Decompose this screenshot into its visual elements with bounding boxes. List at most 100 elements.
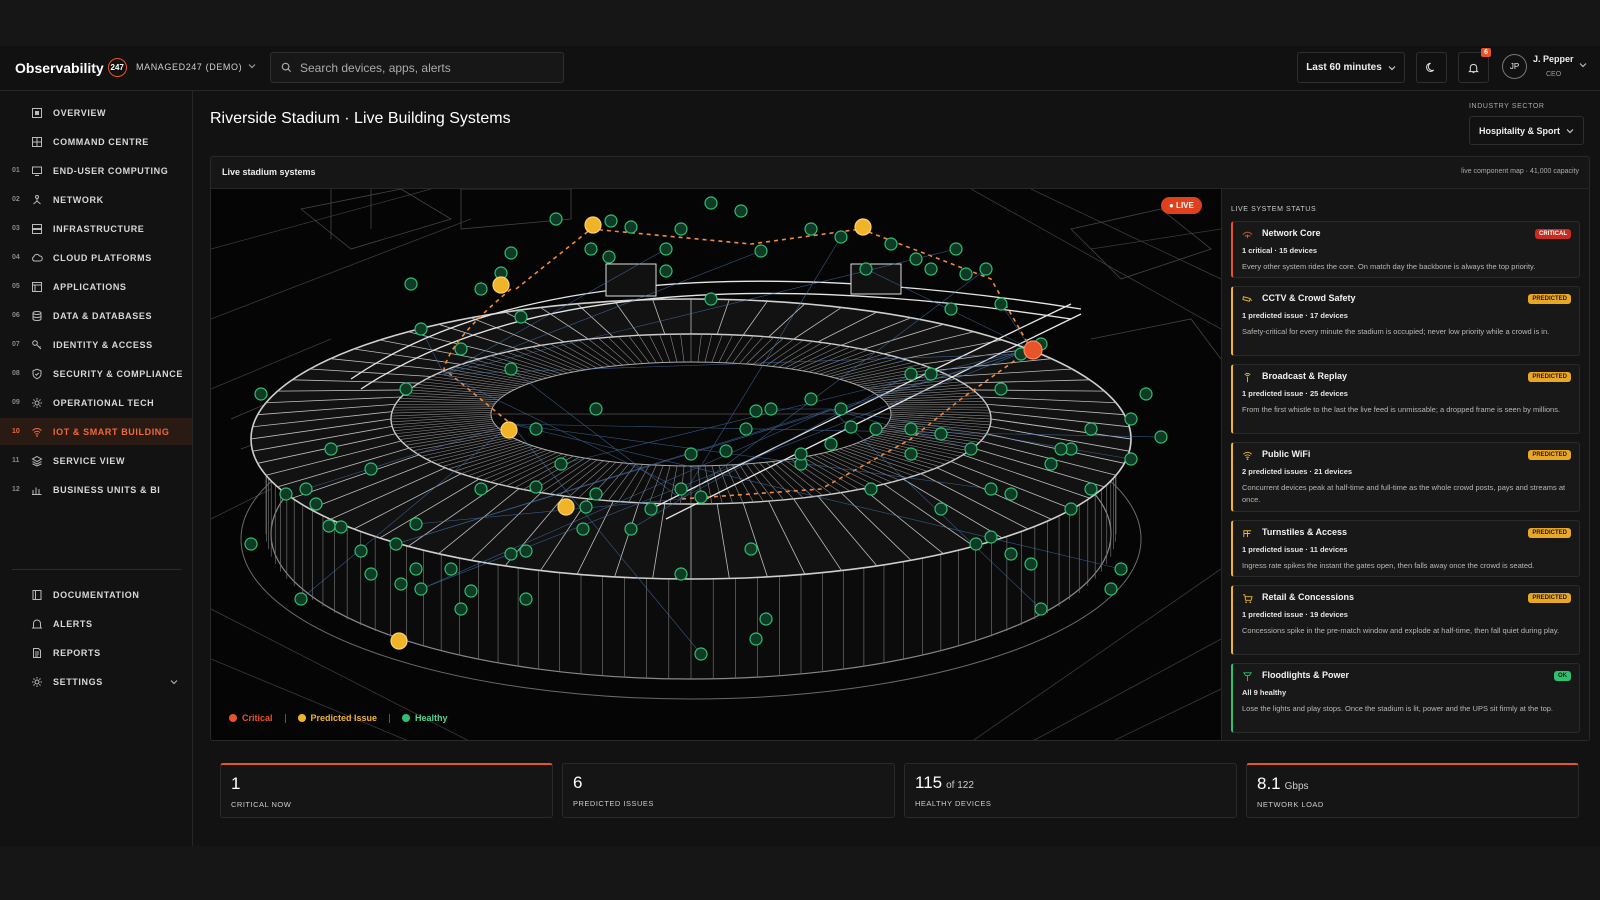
healthy-device-node[interactable] — [394, 577, 408, 591]
healthy-device-node[interactable] — [554, 457, 568, 471]
healthy-device-node[interactable] — [1034, 602, 1048, 616]
healthy-device-node[interactable] — [834, 402, 848, 416]
sidebar-item-iot-smart-building[interactable]: 10 IOT & SMART BUILDING — [0, 418, 192, 445]
status-card-network-core[interactable]: Network Core CRITICAL 1 critical · 15 devi… — [1231, 221, 1580, 278]
healthy-device-node[interactable] — [409, 562, 423, 576]
predicted-device-node[interactable] — [557, 498, 575, 516]
healthy-device-node[interactable] — [254, 387, 268, 401]
healthy-device-node[interactable] — [464, 584, 478, 598]
healthy-device-node[interactable] — [1124, 452, 1138, 466]
sidebar-item-service-view[interactable]: 11 SERVICE VIEW — [0, 447, 192, 474]
healthy-device-node[interactable] — [719, 444, 733, 458]
healthy-device-node[interactable] — [824, 437, 838, 451]
healthy-device-node[interactable] — [704, 292, 718, 306]
healthy-device-node[interactable] — [759, 612, 773, 626]
healthy-device-node[interactable] — [576, 522, 590, 536]
healthy-device-node[interactable] — [1104, 582, 1118, 596]
critical-device-node[interactable] — [1023, 340, 1043, 360]
healthy-device-node[interactable] — [414, 582, 428, 596]
status-card-floodlights-power[interactable]: Floodlights & Power OK All 9 healthy Lose t… — [1231, 663, 1580, 733]
stat-predicted-issues[interactable]: 6 PREDICTED ISSUES — [562, 763, 895, 818]
healthy-device-node[interactable] — [674, 482, 688, 496]
healthy-device-node[interactable] — [659, 264, 673, 278]
healthy-device-node[interactable] — [504, 246, 518, 260]
healthy-device-node[interactable] — [704, 196, 718, 210]
healthy-device-node[interactable] — [804, 392, 818, 406]
healthy-device-node[interactable] — [1084, 422, 1098, 436]
healthy-device-node[interactable] — [389, 537, 403, 551]
sidebar-item-identity-access[interactable]: 07 IDENTITY & ACCESS — [0, 331, 192, 358]
sidebar-item-applications[interactable]: 05 APPLICATIONS — [0, 273, 192, 300]
healthy-device-node[interactable] — [969, 537, 983, 551]
healthy-device-node[interactable] — [454, 602, 468, 616]
healthy-device-node[interactable] — [979, 262, 993, 276]
healthy-device-node[interactable] — [399, 382, 413, 396]
healthy-device-node[interactable] — [602, 250, 616, 264]
healthy-device-node[interactable] — [404, 277, 418, 291]
status-card-retail-concessions[interactable]: Retail & Concessions PREDICTED 1 predicted… — [1231, 585, 1580, 655]
org-switcher[interactable]: MANAGED247 (DEMO) — [136, 62, 256, 72]
status-card-broadcast-replay[interactable]: Broadcast & Replay PREDICTED 1 predicted i… — [1231, 364, 1580, 434]
healthy-device-node[interactable] — [794, 447, 808, 461]
healthy-device-node[interactable] — [869, 422, 883, 436]
sidebar-item-alerts[interactable]: ALERTS — [0, 610, 192, 637]
healthy-device-node[interactable] — [514, 310, 528, 324]
search-box[interactable] — [270, 52, 564, 83]
healthy-device-node[interactable] — [904, 367, 918, 381]
healthy-device-node[interactable] — [1124, 412, 1138, 426]
healthy-device-node[interactable] — [964, 442, 978, 456]
healthy-device-node[interactable] — [684, 447, 698, 461]
healthy-device-node[interactable] — [694, 647, 708, 661]
healthy-device-node[interactable] — [474, 282, 488, 296]
healthy-device-node[interactable] — [904, 447, 918, 461]
healthy-device-node[interactable] — [529, 422, 543, 436]
healthy-device-node[interactable] — [529, 480, 543, 494]
healthy-device-node[interactable] — [624, 220, 638, 234]
time-range-select[interactable]: Last 60 minutes — [1297, 52, 1405, 83]
healthy-device-node[interactable] — [994, 382, 1008, 396]
healthy-device-node[interactable] — [834, 230, 848, 244]
healthy-device-node[interactable] — [864, 482, 878, 496]
healthy-device-node[interactable] — [934, 502, 948, 516]
healthy-device-node[interactable] — [279, 487, 293, 501]
healthy-device-node[interactable] — [589, 487, 603, 501]
healthy-device-node[interactable] — [244, 537, 258, 551]
healthy-device-node[interactable] — [364, 567, 378, 581]
healthy-device-node[interactable] — [1024, 557, 1038, 571]
healthy-device-node[interactable] — [944, 302, 958, 316]
healthy-device-node[interactable] — [294, 592, 308, 606]
healthy-device-node[interactable] — [1054, 442, 1068, 456]
healthy-device-node[interactable] — [934, 427, 948, 441]
healthy-device-node[interactable] — [549, 212, 563, 226]
healthy-device-node[interactable] — [749, 632, 763, 646]
healthy-device-node[interactable] — [322, 519, 336, 533]
healthy-device-node[interactable] — [579, 500, 593, 514]
predicted-device-node[interactable] — [390, 632, 408, 650]
healthy-device-node[interactable] — [959, 267, 973, 281]
healthy-device-node[interactable] — [624, 522, 638, 536]
healthy-device-node[interactable] — [1004, 487, 1018, 501]
healthy-device-node[interactable] — [644, 502, 658, 516]
notifications-button[interactable]: 6 — [1458, 48, 1491, 83]
healthy-device-node[interactable] — [924, 262, 938, 276]
healthy-device-node[interactable] — [739, 422, 753, 436]
healthy-device-node[interactable] — [949, 242, 963, 256]
predicted-device-node[interactable] — [584, 216, 602, 234]
sidebar-item-data-databases[interactable]: 06 DATA & DATABASES — [0, 302, 192, 329]
stat-network-load[interactable]: 8.1 Gbps NETWORK LOAD — [1246, 763, 1579, 818]
sidebar-item-business-units-bi[interactable]: 12 BUSINESS UNITS & BI — [0, 476, 192, 503]
healthy-device-node[interactable] — [324, 442, 338, 456]
status-card-public-wifi[interactable]: Public WiFi PREDICTED 2 predicted issues ·… — [1231, 442, 1580, 512]
healthy-device-node[interactable] — [1084, 482, 1098, 496]
healthy-device-node[interactable] — [749, 404, 763, 418]
healthy-device-node[interactable] — [474, 482, 488, 496]
healthy-device-node[interactable] — [1004, 547, 1018, 561]
search-input[interactable] — [300, 60, 540, 75]
sidebar-item-cloud-platforms[interactable]: 04 CLOUD PLATFORMS — [0, 244, 192, 271]
healthy-device-node[interactable] — [859, 262, 873, 276]
healthy-device-node[interactable] — [409, 517, 423, 531]
healthy-device-node[interactable] — [299, 482, 313, 496]
sidebar-item-infrastructure[interactable]: 03 INFRASTRUCTURE — [0, 215, 192, 242]
healthy-device-node[interactable] — [844, 420, 858, 434]
predicted-device-node[interactable] — [854, 218, 872, 236]
